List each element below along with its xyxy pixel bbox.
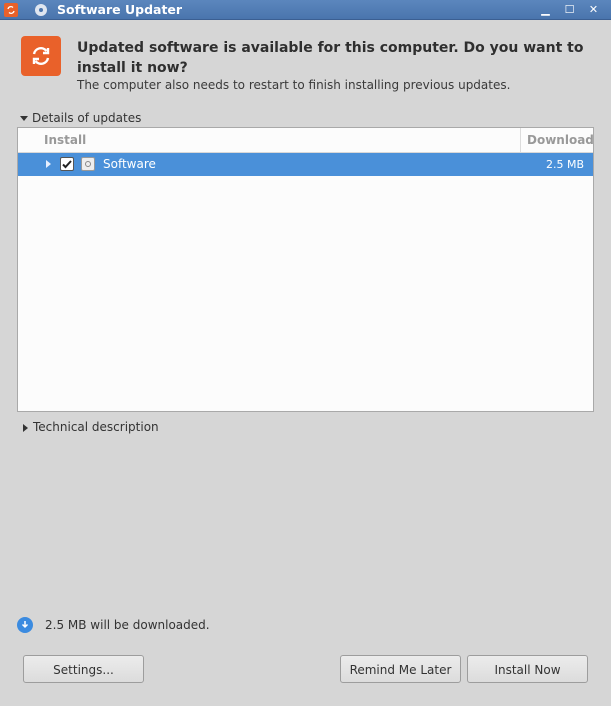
- restart-notice: The computer also needs to restart to fi…: [77, 78, 511, 92]
- window-title: Software Updater: [57, 2, 183, 17]
- download-size-status: 2.5 MB will be downloaded.: [45, 618, 210, 632]
- settings-button[interactable]: Settings...: [23, 655, 144, 683]
- maximize-icon[interactable]: ☐: [562, 3, 577, 17]
- software-updater-app-icon: [4, 3, 18, 17]
- technical-label: Technical description: [33, 420, 159, 434]
- window-titlebar[interactable]: Software Updater ▁ ☐ ✕: [0, 0, 611, 20]
- shade-icon[interactable]: ▁: [538, 3, 553, 17]
- column-separator: [520, 128, 521, 152]
- install-checkbox[interactable]: [60, 157, 74, 171]
- column-download-header[interactable]: Download: [527, 128, 594, 152]
- update-refresh-icon: [21, 36, 61, 76]
- remind-me-later-button[interactable]: Remind Me Later: [340, 655, 461, 683]
- details-label: Details of updates: [32, 111, 142, 125]
- close-icon[interactable]: ✕: [586, 3, 601, 17]
- update-headline: Updated software is available for this c…: [77, 40, 584, 76]
- column-install-header[interactable]: Install: [44, 128, 86, 152]
- details-expander[interactable]: Details of updates: [20, 111, 141, 125]
- download-info-icon: [17, 617, 33, 633]
- package-icon: [81, 157, 95, 171]
- list-item[interactable]: Software 2.5 MB: [18, 153, 593, 176]
- window-menu-icon[interactable]: [35, 4, 47, 16]
- expanded-triangle-icon: [20, 116, 28, 121]
- install-now-button[interactable]: Install Now: [467, 655, 588, 683]
- list-header: Install Download: [18, 128, 594, 153]
- updates-list[interactable]: Install Download Software 2.5 MB: [17, 127, 594, 412]
- package-size: 2.5 MB: [545, 158, 584, 171]
- package-name: Software: [103, 157, 156, 171]
- collapsed-triangle-icon: [23, 423, 28, 432]
- expand-arrow-icon[interactable]: [46, 160, 51, 168]
- technical-description-expander[interactable]: Technical description: [21, 420, 159, 434]
